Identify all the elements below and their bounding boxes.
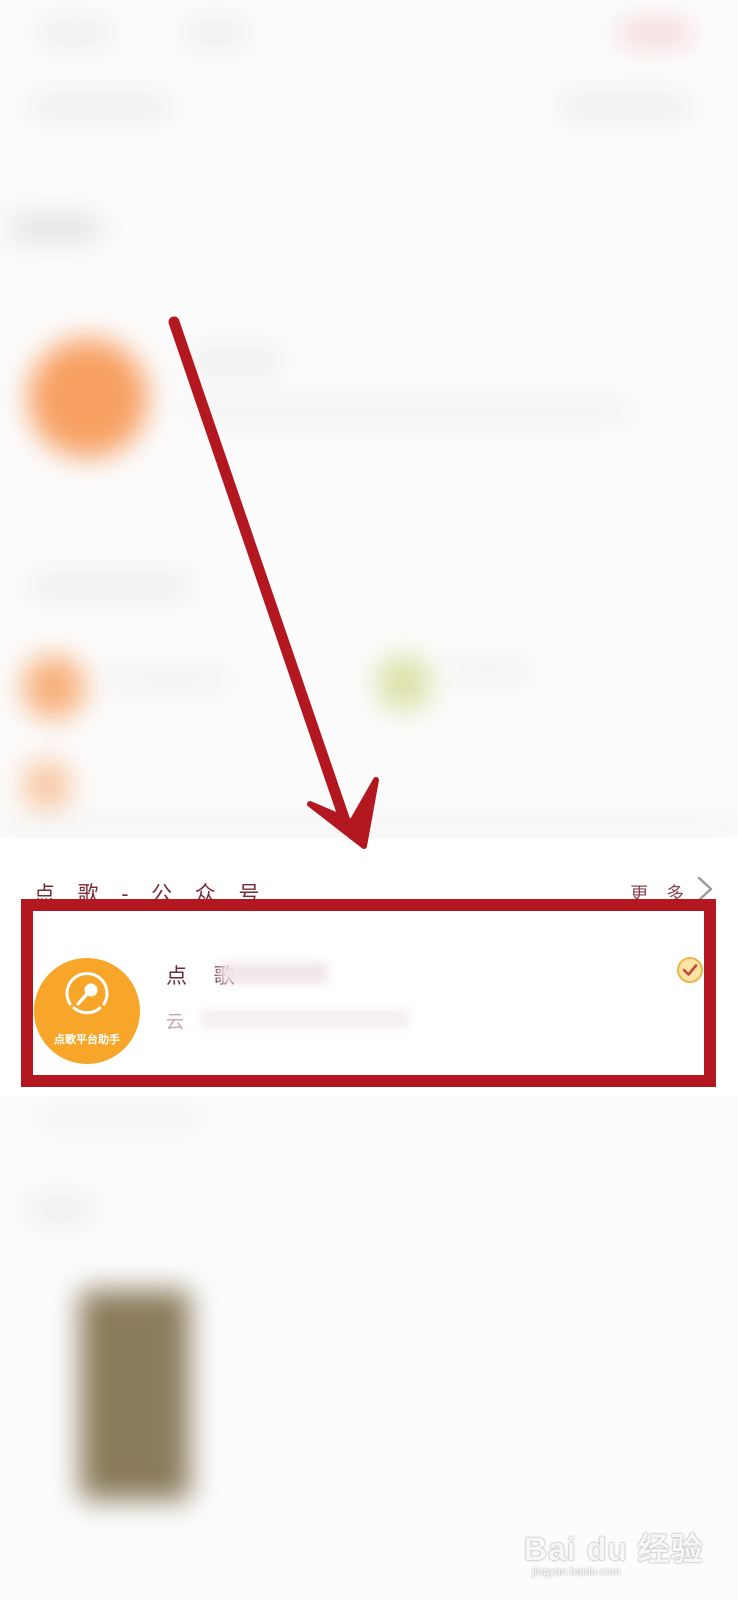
item-icon-blur <box>22 655 86 719</box>
section-label-blur <box>30 576 190 596</box>
lower-label-blur <box>30 1198 90 1220</box>
header-blur <box>30 96 170 116</box>
section-title: 点 歌 - 公 众 号 <box>34 882 268 906</box>
watermark-text: Bai du 经验 <box>524 1531 704 1567</box>
blurred-background <box>0 0 738 1600</box>
item-icon-blur <box>22 760 72 810</box>
profile-avatar-blur <box>28 338 148 458</box>
divider-blur <box>0 820 738 830</box>
avatar-caption: 点歌平台助手 <box>54 1033 120 1046</box>
header-blur <box>560 96 690 116</box>
verified-check-icon <box>677 957 703 983</box>
item-text-blur <box>450 662 530 680</box>
chevron-right-icon[interactable] <box>694 876 716 902</box>
watermark: Bai du 经验 jingyan.baidu.com <box>524 1518 714 1588</box>
account-name-blurred-tail <box>218 962 328 984</box>
watermark-url: jingyan.baidu.com <box>532 1566 621 1578</box>
account-description: 云 <box>166 1012 190 1033</box>
lower-text-blur <box>40 1110 200 1126</box>
status-bar-blur <box>40 22 110 44</box>
title-blur <box>10 214 100 242</box>
profile-text-blur <box>190 402 630 420</box>
microphone-icon <box>65 972 109 1015</box>
item-icon-blur <box>376 655 432 711</box>
screen: 点 歌 - 公 众 号 更 多 点歌平台助手 点 歌 云 Bai du 经验 j… <box>0 0 738 1600</box>
account-description-blurred-tail <box>200 1010 410 1028</box>
status-bar-blur <box>620 22 690 44</box>
item-text-blur <box>110 670 230 688</box>
account-avatar[interactable]: 点歌平台助手 <box>34 958 140 1064</box>
lower-image-blur <box>80 1290 190 1500</box>
annotation-overlay <box>21 316 716 1087</box>
annotation-arrow <box>168 316 379 849</box>
profile-text-blur <box>190 350 280 372</box>
status-bar-blur <box>186 22 246 44</box>
more-link[interactable]: 更 多 <box>630 880 690 906</box>
